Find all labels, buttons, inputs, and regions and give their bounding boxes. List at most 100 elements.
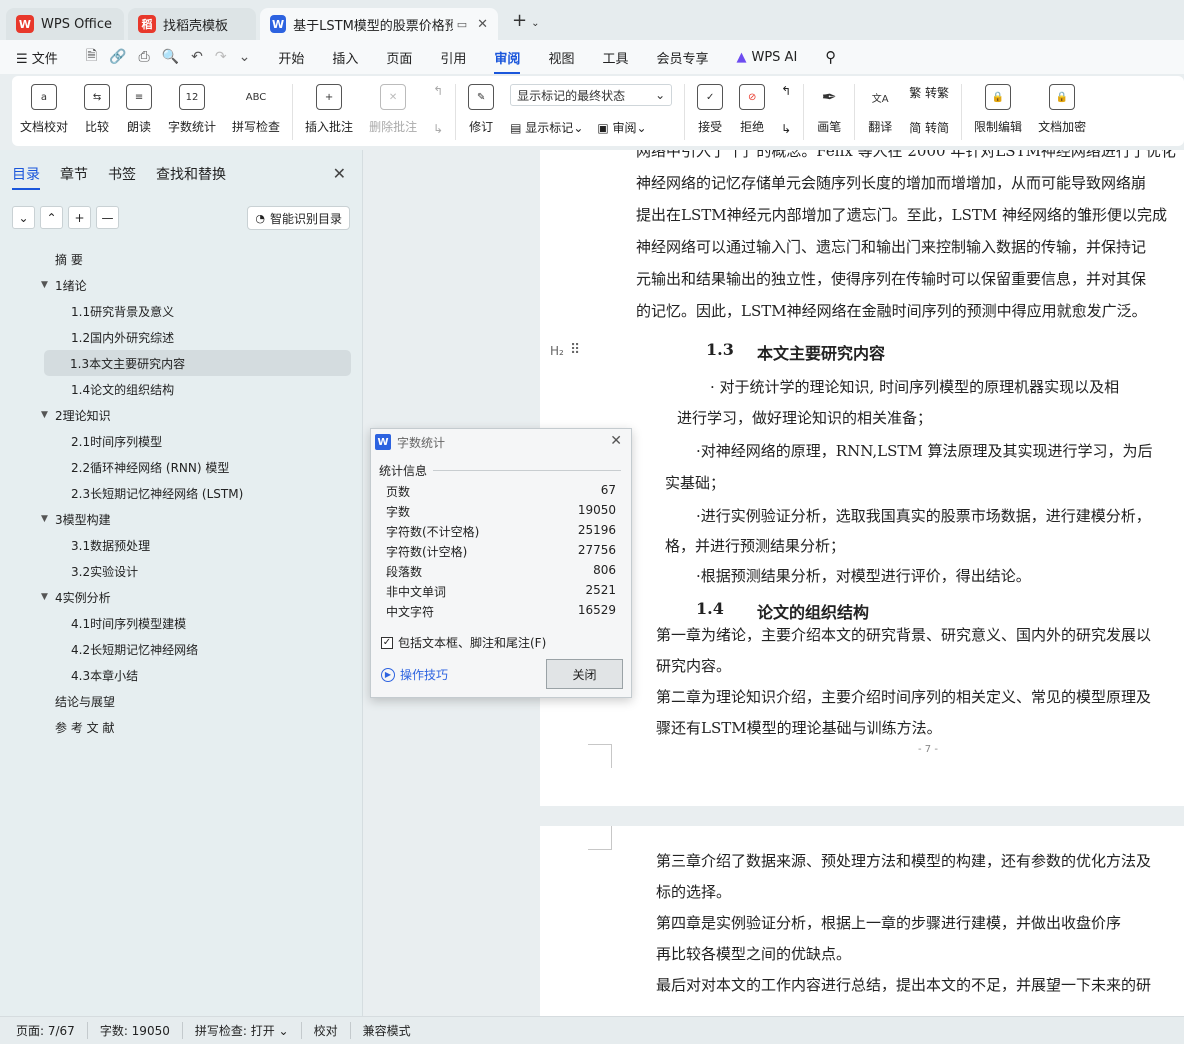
compare-button[interactable]: ⇆ 比较 — [84, 84, 111, 135]
delete-comment-button[interactable]: ✕ 删除批注 — [369, 84, 417, 135]
next-comment-icon[interactable]: ↳ — [433, 122, 443, 136]
more-chevron-icon[interactable]: ⌄ — [239, 49, 251, 65]
menu-reference[interactable]: 引用 — [440, 48, 466, 67]
tips-link[interactable]: ▶ 操作技巧 — [381, 666, 448, 683]
save-icon[interactable]: 🗎 — [86, 45, 97, 69]
toc-item[interactable]: 1.3本文主要研究内容 — [44, 350, 351, 376]
text-line: 的记忆。因此，LSTM神经网络在金融时间序列的预测中得应用就愈发广泛。 — [636, 302, 1147, 320]
tab-wps-office[interactable]: W WPS Office — [6, 8, 124, 40]
redo-icon[interactable]: ↷ — [215, 49, 227, 65]
bullet-line: 实基础； — [665, 474, 726, 492]
page-corner-mark — [588, 744, 612, 768]
review-pane-button[interactable]: ▣ 审阅⌄ — [597, 119, 646, 136]
spell-check-indicator[interactable]: 拼写检查: 打开 ⌄ — [195, 1022, 302, 1039]
toc-item[interactable]: 4.2长短期记忆神经网络 — [0, 636, 363, 662]
toc-item[interactable]: 2.2循环神经网络 (RNN) 模型 — [0, 454, 363, 480]
close-icon[interactable]: ✕ — [610, 433, 622, 449]
toc-item[interactable]: 4.1时间序列模型建模 — [0, 610, 363, 636]
nav-tab-find-replace[interactable]: 查找和替换 — [156, 164, 226, 190]
expand-caret-icon[interactable]: ▼ — [41, 514, 48, 524]
search-icon[interactable]: ⚲ — [825, 48, 836, 66]
menu-tools[interactable]: 工具 — [602, 48, 628, 67]
insert-comment-button[interactable]: + 插入批注 — [305, 84, 353, 135]
revise-button[interactable]: ✎ 修订 — [468, 84, 495, 135]
menu-home[interactable]: 开始 — [278, 48, 304, 67]
to-simplified-button[interactable]: 简 转简 — [909, 119, 949, 136]
toc-item[interactable]: 3.1数据预处理 — [0, 532, 363, 558]
restrict-icon: 🔒 — [985, 84, 1012, 110]
menu-member[interactable]: 会员专享 — [656, 48, 708, 67]
reject-button[interactable]: ⊘ 拒绝 — [739, 84, 766, 135]
expand-caret-icon[interactable]: ▼ — [41, 592, 48, 602]
undo-icon[interactable]: ↶ — [191, 49, 203, 65]
word-doc-icon: W — [270, 15, 287, 33]
remove-icon[interactable]: — — [96, 206, 119, 229]
close-icon[interactable]: ✕ — [333, 164, 346, 183]
nav-tab-toc[interactable]: 目录 — [12, 164, 40, 190]
stat-value: 67 — [600, 483, 616, 497]
menu-insert[interactable]: 插入 — [332, 48, 358, 67]
expand-icon[interactable]: ⌃ — [40, 206, 63, 229]
ink-button[interactable]: ✒ 画笔 — [816, 84, 842, 135]
link-icon[interactable]: 🔗 — [109, 49, 126, 65]
menu-review[interactable]: 审阅 — [494, 48, 521, 74]
encrypt-button[interactable]: 🔒 文档加密 — [1038, 84, 1086, 135]
toc-item[interactable]: 4.3本章小结 — [0, 662, 363, 688]
word-count-indicator[interactable]: 字数: 19050 — [100, 1022, 183, 1039]
expand-caret-icon[interactable]: ▼ — [41, 410, 48, 420]
smart-toc-button[interactable]: ◔ 智能识别目录 — [247, 206, 350, 230]
read-aloud-button[interactable]: ≡ 朗读 — [126, 84, 153, 135]
close-icon[interactable]: ✕ — [477, 17, 488, 32]
toc-item[interactable]: 3.2实验设计 — [0, 558, 363, 584]
doc-check-button[interactable]: a 文档校对 — [20, 84, 68, 135]
toc-item[interactable]: 结论与展望 — [0, 688, 363, 714]
prev-comment-icon[interactable]: ↰ — [433, 84, 443, 98]
accept-button[interactable]: ✓ 接受 — [697, 84, 724, 135]
menu-view[interactable]: 视图 — [548, 48, 574, 67]
tab-document[interactable]: W 基于LSTM模型的股票价格预测 ▭ ✕ — [260, 8, 498, 40]
toc-item[interactable]: 摘 要 — [0, 246, 363, 272]
drag-handle-icon[interactable]: ⠿ — [570, 342, 580, 358]
toc-item[interactable]: 2.1时间序列模型 — [0, 428, 363, 454]
toc-item[interactable]: 1.4论文的组织结构 — [0, 376, 363, 402]
markup-select[interactable]: 显示标记的最终状态 ⌄ — [510, 84, 673, 106]
toc-item[interactable]: ▼ 4实例分析 — [0, 584, 363, 610]
compare-label: 比较 — [85, 120, 110, 134]
translate-button[interactable]: 文A 翻译 — [867, 84, 893, 135]
restrict-edit-button[interactable]: 🔒 限制编辑 — [974, 84, 1022, 135]
toc-item[interactable]: ▼ 3模型构建 — [0, 506, 363, 532]
wps-ai-button[interactable]: ▲ WPS AI — [736, 50, 797, 65]
new-tab-button[interactable]: + ⌄ — [512, 10, 539, 31]
close-button[interactable]: 关闭 — [546, 659, 623, 689]
toc-item[interactable]: 1.2国内外研究综述 — [0, 324, 363, 350]
proofread-indicator[interactable]: 校对 — [314, 1022, 351, 1039]
spell-check-button[interactable]: ABC 拼写检查 — [232, 84, 280, 135]
toc-item[interactable]: 1.1研究背景及意义 — [0, 298, 363, 324]
expand-caret-icon[interactable]: ▼ — [41, 280, 48, 290]
ink-label: 画笔 — [817, 120, 842, 134]
page-indicator[interactable]: 页面: 7/67 — [16, 1022, 88, 1039]
nav-tab-chapter[interactable]: 章节 — [60, 164, 88, 190]
toc-item[interactable]: ▼ 2理论知识 — [0, 402, 363, 428]
file-menu[interactable]: ☰ 文件 — [16, 48, 58, 67]
collapse-icon[interactable]: ⌄ — [12, 206, 35, 229]
next-change-icon[interactable]: ↳ — [781, 122, 791, 136]
tab-docer[interactable]: 稻 找稻壳模板 — [128, 8, 256, 40]
toc-item[interactable]: 参 考 文 献 — [0, 714, 363, 740]
toc-item[interactable]: 2.3长短期记忆神经网络 (LSTM) — [0, 480, 363, 506]
screen-icon[interactable]: ▭ — [457, 18, 467, 31]
include-option[interactable]: ✓ 包括文本框、脚注和尾注(F) — [381, 634, 546, 651]
prev-change-icon[interactable]: ↰ — [781, 84, 791, 98]
show-markup-button[interactable]: ▤ 显示标记⌄ — [510, 119, 583, 136]
include-checkbox[interactable]: ✓ — [381, 636, 393, 649]
chevron-down-icon[interactable]: ⌄ — [531, 18, 539, 29]
toc-item[interactable]: ▼ 1绪论 — [0, 272, 363, 298]
to-traditional-button[interactable]: 繁 转繁 — [909, 84, 949, 101]
print-icon[interactable]: ⎙ — [139, 49, 150, 65]
dialog-titlebar[interactable]: W 字数统计 — [371, 429, 631, 455]
word-count-button[interactable]: 12 字数统计 — [168, 84, 216, 135]
print-preview-icon[interactable]: 🔍 — [162, 49, 179, 65]
menu-page[interactable]: 页面 — [386, 48, 412, 67]
add-icon[interactable]: + — [68, 206, 91, 229]
nav-tab-bookmark[interactable]: 书签 — [108, 164, 136, 190]
